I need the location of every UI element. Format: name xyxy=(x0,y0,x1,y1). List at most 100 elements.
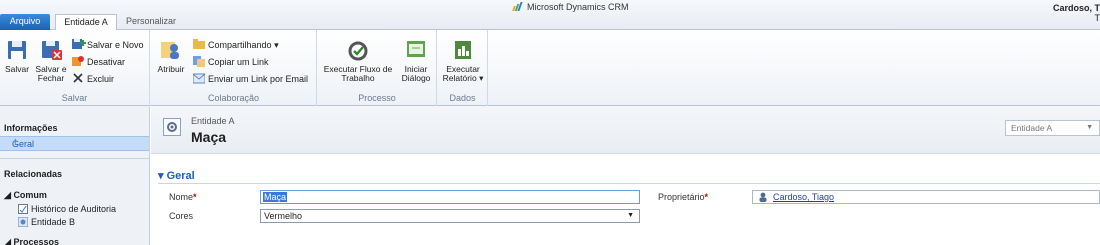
chevron-down-icon: ▼ xyxy=(627,212,634,219)
run-report-dropdown-icon: ▾ xyxy=(479,73,484,83)
owner-label: Proprietário* xyxy=(658,192,708,202)
delete-x-icon xyxy=(72,72,84,84)
save-close-icon xyxy=(39,38,63,62)
nav-general-text: Geral xyxy=(12,139,35,149)
save-label: Salvar xyxy=(4,64,30,74)
brand: Microsoft Dynamics CRM xyxy=(512,2,629,12)
tab-file[interactable]: Arquivo xyxy=(0,14,50,30)
start-dialog-button[interactable]: Iniciar Diálogo xyxy=(398,38,434,83)
delete-label: Excluir xyxy=(87,74,115,84)
audit-history-icon xyxy=(18,204,28,214)
assign-label: Atribuir xyxy=(157,64,185,74)
top-bar: Arquivo Entidade A Personalizar Microsof… xyxy=(0,0,1100,31)
save-new-label: Salvar e Novo xyxy=(87,40,144,50)
save-close-label-2: Fechar xyxy=(37,73,65,83)
save-icon xyxy=(5,38,29,62)
form-selector[interactable]: Entidade A ▼ xyxy=(1005,120,1100,136)
ribbon-group-save-label: Salvar xyxy=(61,93,88,103)
name-label: Nome* xyxy=(169,192,197,202)
brand-name: Microsoft Dynamics CRM xyxy=(527,2,629,12)
entity-gear-icon xyxy=(163,118,181,136)
name-field-value: Maça xyxy=(263,192,288,202)
main-form: Entidade A Maça Entidade A ▼ ▾ Geral Nom… xyxy=(151,106,1100,245)
save-close-button[interactable]: Salvar e Fechar xyxy=(34,38,68,83)
section-divider xyxy=(158,183,1100,184)
workflow-gear-icon xyxy=(346,38,370,62)
run-workflow-label-2: Trabalho xyxy=(341,73,375,83)
deactivate-button[interactable]: Desativar xyxy=(72,55,125,70)
name-field[interactable]: Maça xyxy=(260,190,640,204)
assign-icon xyxy=(159,38,183,62)
ribbon-group-data-label: Dados xyxy=(449,93,476,103)
colors-select[interactable]: Vermelho ▼ xyxy=(260,209,640,223)
nav-divider xyxy=(0,158,149,159)
share-icon xyxy=(193,38,205,50)
record-title: Maça xyxy=(191,129,227,145)
save-new-icon xyxy=(72,38,86,50)
tab-entity[interactable]: Entidade A xyxy=(55,14,117,31)
ribbon-group-process-label: Processo xyxy=(358,93,396,103)
dialog-icon xyxy=(404,38,428,62)
deactivate-icon xyxy=(72,55,84,67)
collapse-triangle-icon: ◢ xyxy=(4,237,11,245)
share-label: Compartilhando xyxy=(208,40,272,50)
name-label-text: Nome xyxy=(169,192,194,202)
copy-link-label: Copiar um Link xyxy=(208,57,269,67)
nav-processes-label: Processos xyxy=(13,237,59,245)
email-link-button[interactable]: Enviar um Link por Email xyxy=(192,72,309,87)
nav-common-label: Comum xyxy=(13,190,47,200)
nav-section-common[interactable]: ◢ Comum xyxy=(4,190,47,201)
entity-type-label: Entidade A xyxy=(191,116,235,126)
run-report-button[interactable]: Executar Relatório ▾ xyxy=(440,38,486,83)
ribbon-group-data: Executar Relatório ▾ Dados xyxy=(438,30,488,106)
section-general-title: Geral xyxy=(166,170,195,182)
nav-section-info: Informações xyxy=(4,123,58,133)
run-workflow-button[interactable]: Executar Fluxo de Trabalho xyxy=(320,38,396,83)
save-new-button[interactable]: Salvar e Novo xyxy=(72,38,144,53)
share-dropdown-icon: ▾ xyxy=(274,40,279,50)
entity-b-icon xyxy=(17,216,29,228)
colors-select-value: Vermelho xyxy=(264,211,303,221)
form-selector-value: Entidade A xyxy=(1011,123,1053,133)
ribbon-group-collaborate-label: Colaboração xyxy=(207,93,260,103)
tab-customize[interactable]: Personalizar xyxy=(118,14,180,30)
ribbon-group-process: Executar Fluxo de Trabalho Iniciar Diálo… xyxy=(318,30,437,106)
nav-audit-history-label: Histórico de Auditoria xyxy=(31,204,117,214)
collapse-triangle-icon: ◢ xyxy=(4,190,11,200)
chevron-down-icon: ▼ xyxy=(1086,124,1093,131)
user-name[interactable]: Cardoso, T T xyxy=(1053,3,1100,23)
run-report-label-2: Relatório xyxy=(442,73,477,83)
nav-item-general[interactable]: └ Geral xyxy=(0,136,149,151)
assign-button[interactable]: Atribuir xyxy=(155,38,187,74)
nav-item-entity-b[interactable]: Entidade B xyxy=(17,216,76,228)
colors-label: Cores xyxy=(169,211,194,221)
ribbon: Salvar Salvar e Fechar Salvar e Novo Des… xyxy=(0,30,1100,106)
owner-lookup[interactable]: Cardoso, Tiago xyxy=(752,190,1100,204)
user-icon xyxy=(758,192,768,202)
copy-link-icon xyxy=(193,55,205,67)
start-dialog-label-2: Diálogo xyxy=(401,73,431,83)
nav-section-related: Relacionadas xyxy=(4,169,63,179)
copy-link-button[interactable]: Copiar um Link xyxy=(193,55,269,70)
required-marker: * xyxy=(704,192,709,202)
report-icon xyxy=(451,38,475,62)
user-name-label[interactable]: Cardoso, T xyxy=(1053,3,1100,13)
ribbon-group-collaborate: Atribuir Compartilhando ▾ Copiar um Link… xyxy=(151,30,317,106)
deactivate-label: Desativar xyxy=(87,57,126,67)
collapse-arrow-icon: ▾ xyxy=(158,170,164,182)
nav-section-processes[interactable]: ◢ Processos xyxy=(4,237,59,245)
user-org-label: T xyxy=(1094,13,1100,23)
section-general-toggle[interactable]: ▾ Geral xyxy=(158,169,195,182)
owner-link[interactable]: Cardoso, Tiago xyxy=(773,192,834,202)
email-link-label: Enviar um Link por Email xyxy=(208,74,309,84)
share-button[interactable]: Compartilhando ▾ xyxy=(193,38,279,53)
save-button[interactable]: Salvar xyxy=(3,38,31,74)
left-navigation: Informações └ Geral Relacionadas ◢ Comum… xyxy=(0,106,150,245)
nav-item-audit-history[interactable]: Histórico de Auditoria xyxy=(18,204,116,214)
dynamics-logo-icon xyxy=(512,2,524,11)
ribbon-group-save: Salvar Salvar e Fechar Salvar e Novo Des… xyxy=(0,30,150,106)
owner-label-text: Proprietário xyxy=(658,192,705,202)
nav-entity-b-label: Entidade B xyxy=(31,217,76,227)
delete-button[interactable]: Excluir xyxy=(72,72,114,87)
required-marker: * xyxy=(193,192,197,202)
